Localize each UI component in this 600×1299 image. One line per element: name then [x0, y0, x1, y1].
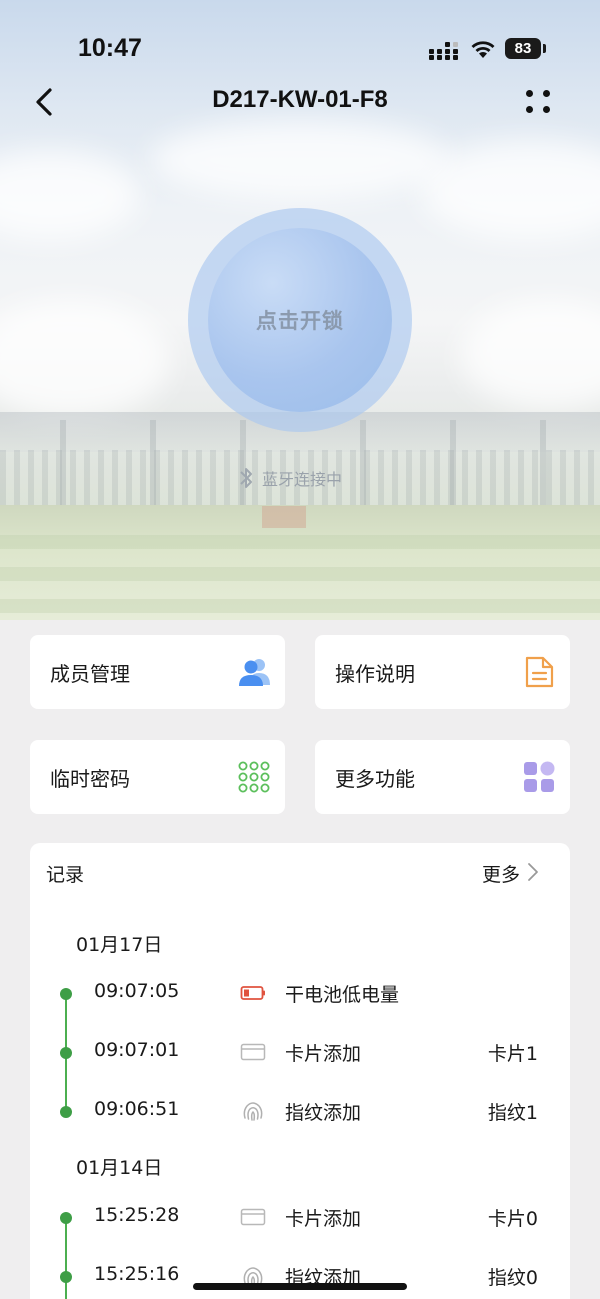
record-row[interactable]: 09:06:51 指纹添加 指纹1 [30, 1096, 570, 1126]
status-bar: 10:47 83 [0, 0, 600, 96]
bluetooth-status: 蓝牙连接中 [236, 464, 342, 492]
battery-tip [543, 44, 546, 53]
record-date: 01月14日 [76, 1157, 163, 1179]
unlock-label: 点击开锁 [256, 309, 344, 333]
fingerprint-icon [243, 1102, 263, 1121]
chevron-right-icon[interactable] [526, 861, 540, 883]
record-time: 09:06:51 [94, 1098, 180, 1120]
home-indicator[interactable] [193, 1283, 407, 1290]
record-time: 09:07:05 [94, 980, 180, 1002]
unlock-button[interactable]: 点击开锁 [208, 228, 392, 412]
status-time: 10:47 [78, 34, 142, 62]
record-time: 09:07:01 [94, 1039, 180, 1061]
record-row[interactable]: 15:25:28 卡片添加 卡片0 [30, 1202, 570, 1232]
card-temporary-password[interactable]: 临时密码 [30, 740, 285, 814]
page-title: D217-KW-01-F8 [212, 86, 388, 113]
record-value: 卡片1 [487, 1043, 538, 1065]
card-more-features[interactable]: 更多功能 [315, 740, 570, 814]
card-icon [240, 1043, 266, 1061]
timeline-dot [60, 988, 72, 1000]
low-battery-icon [240, 986, 265, 1000]
card-label: 操作说明 [335, 662, 415, 686]
record-time: 15:25:16 [94, 1263, 180, 1285]
record-time: 15:25:28 [94, 1204, 180, 1226]
back-icon[interactable] [30, 86, 60, 118]
card-label: 成员管理 [50, 662, 130, 686]
card-label: 更多功能 [335, 767, 415, 791]
battery-level: 83 [505, 38, 541, 59]
timeline-dot [60, 1212, 72, 1224]
cellular-signal-icon [429, 42, 458, 60]
record-event: 干电池低电量 [285, 984, 400, 1006]
record-row[interactable]: 09:07:01 卡片添加 卡片1 [30, 1037, 570, 1067]
record-event: 卡片添加 [285, 1043, 362, 1065]
timeline-dot [60, 1047, 72, 1059]
records-title: 记录 [46, 864, 85, 886]
timeline-dot [60, 1106, 72, 1118]
record-event: 指纹添加 [285, 1102, 362, 1124]
wifi-icon [471, 41, 495, 58]
card-member-management[interactable]: 成员管理 [30, 635, 285, 709]
card-label: 临时密码 [50, 767, 130, 791]
record-event: 卡片添加 [285, 1208, 362, 1230]
bluetooth-icon [240, 468, 252, 488]
card-instructions[interactable]: 操作说明 [315, 635, 570, 709]
record-value: 卡片0 [487, 1208, 538, 1230]
record-value: 指纹1 [487, 1102, 538, 1124]
record-value: 指纹0 [487, 1267, 538, 1289]
members-icon [239, 659, 270, 686]
record-date: 01月17日 [76, 934, 163, 956]
keypad-icon [238, 761, 270, 793]
grid-icon [524, 761, 555, 792]
records-more-link[interactable]: 更多 [482, 860, 520, 887]
timeline-dot [60, 1271, 72, 1283]
records-panel: 记录 更多 01月17日 09:07:05 干电池低电量 09:07:01 卡片… [30, 843, 570, 1299]
document-icon [525, 656, 554, 688]
card-icon [240, 1208, 266, 1226]
record-row[interactable]: 09:07:05 干电池低电量 [30, 978, 570, 1008]
more-options-icon[interactable] [522, 87, 554, 115]
bluetooth-status-label: 蓝牙连接中 [262, 470, 343, 489]
